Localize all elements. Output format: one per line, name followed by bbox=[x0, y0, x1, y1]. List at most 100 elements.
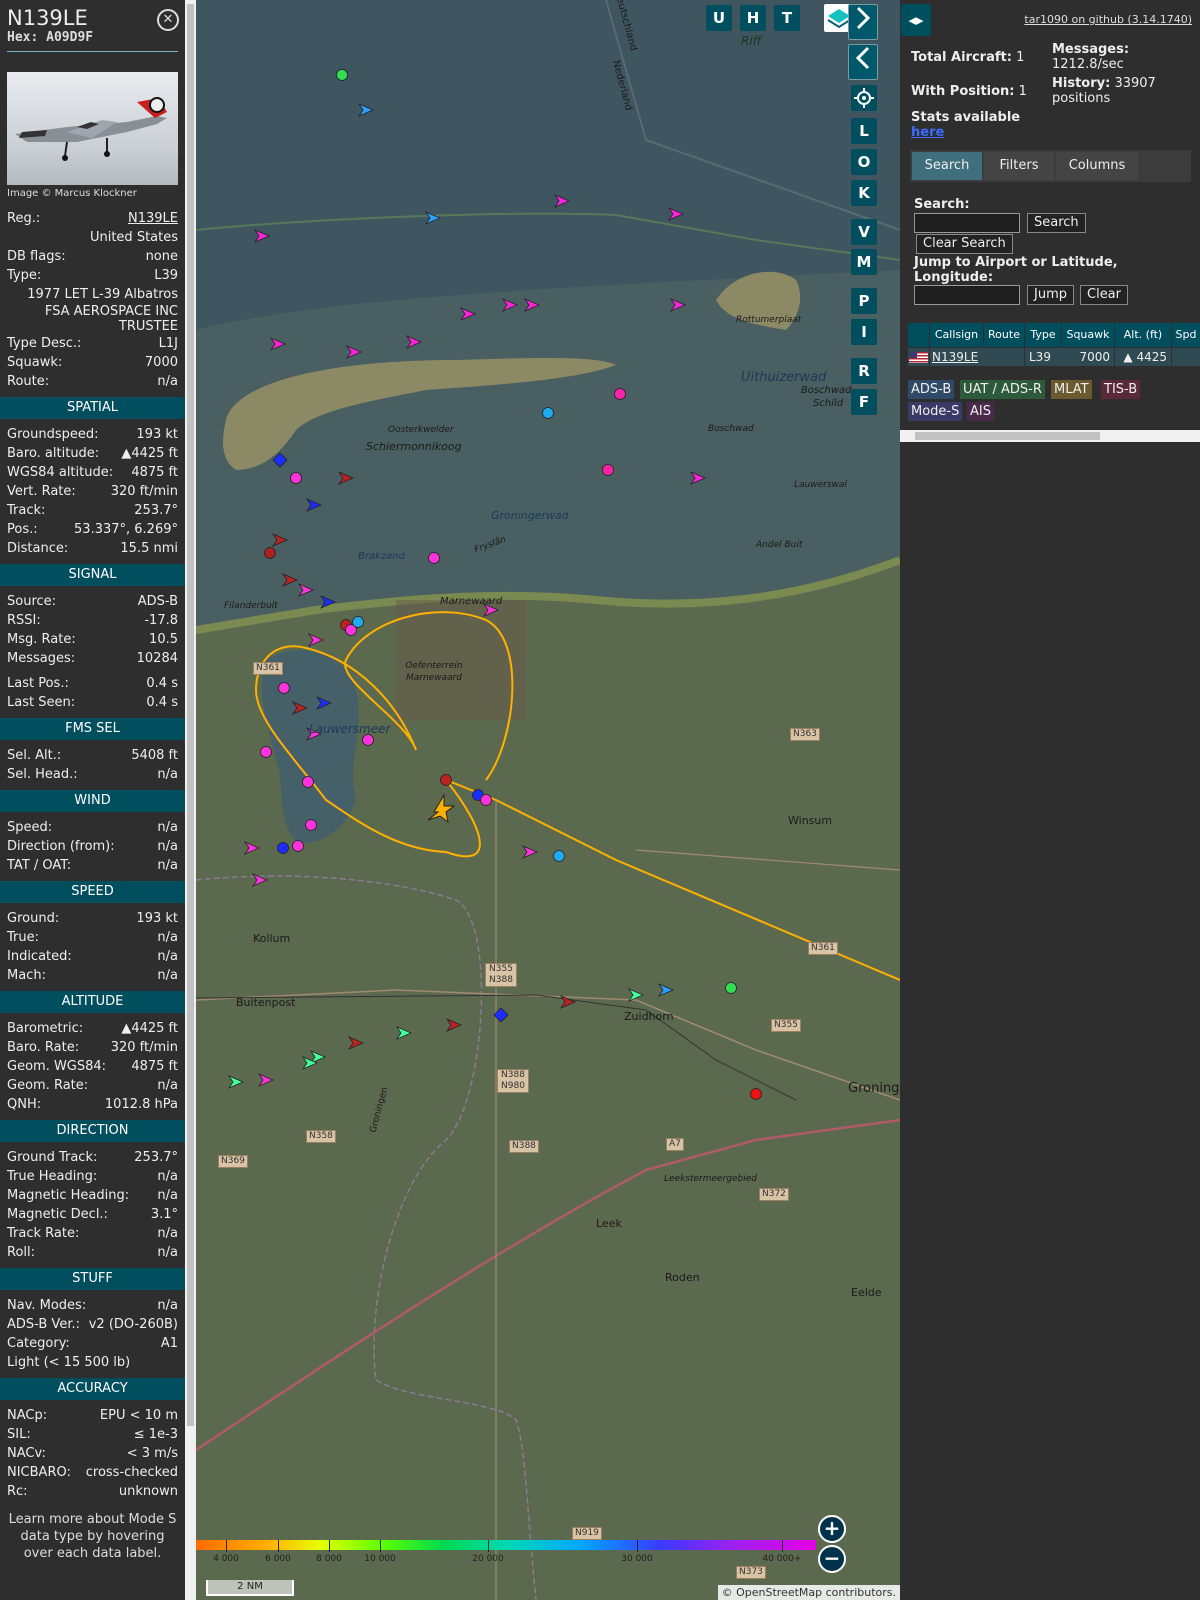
info-label[interactable]: Nav. Modes: bbox=[7, 1296, 86, 1315]
map-view[interactable]: Schiermonnikoog Oosterkwelder Rottumerpl… bbox=[196, 0, 900, 1600]
info-label[interactable]: Vert. Rate: bbox=[7, 482, 76, 501]
info-label[interactable]: NICBARO: bbox=[7, 1463, 71, 1482]
info-label[interactable]: WGS84 altitude: bbox=[7, 463, 113, 482]
col-header-callsign[interactable]: Callsign bbox=[930, 323, 984, 347]
aircraft-marker[interactable] bbox=[302, 776, 314, 788]
info-label[interactable]: Light (< 15 500 lb) bbox=[7, 1353, 130, 1372]
col-header-route[interactable]: Route bbox=[984, 323, 1025, 347]
toggle-o-button[interactable]: O bbox=[851, 149, 877, 175]
table-row-squawk[interactable]: 7000 bbox=[1062, 348, 1115, 366]
toggle-r-button[interactable]: R bbox=[851, 358, 877, 384]
info-label[interactable]: Track: bbox=[7, 501, 45, 520]
info-label[interactable]: Ground: bbox=[7, 909, 59, 928]
clear-jump-button[interactable]: Clear bbox=[1080, 285, 1128, 305]
aircraft-marker[interactable] bbox=[440, 774, 452, 786]
info-label[interactable]: Msg. Rate: bbox=[7, 630, 76, 649]
aircraft-marker[interactable] bbox=[362, 734, 374, 746]
toggle-panel-arrows-icon[interactable]: ◂▸ bbox=[901, 4, 931, 36]
info-label[interactable]: QNH: bbox=[7, 1095, 41, 1114]
aircraft-marker[interactable] bbox=[553, 850, 565, 862]
info-label[interactable]: Groundspeed: bbox=[7, 425, 98, 444]
toggle-p-button[interactable]: P bbox=[851, 288, 877, 314]
table-row-callsign[interactable]: N139LE bbox=[930, 348, 986, 366]
info-label[interactable]: Squawk: bbox=[7, 353, 62, 372]
info-label[interactable]: Pos.: bbox=[7, 520, 38, 539]
map-attribution[interactable]: © OpenStreetMap contributors. bbox=[717, 1585, 900, 1600]
zoom-out-button[interactable]: − bbox=[818, 1545, 846, 1573]
source-badge[interactable]: TIS-B bbox=[1101, 380, 1141, 399]
info-label[interactable]: Indicated: bbox=[7, 947, 72, 966]
aircraft-marker[interactable] bbox=[260, 746, 272, 758]
aircraft-marker[interactable] bbox=[336, 69, 348, 81]
aircraft-marker[interactable] bbox=[290, 472, 302, 484]
info-label[interactable]: ADS-B Ver.: bbox=[7, 1315, 80, 1334]
source-badge[interactable]: AIS bbox=[967, 402, 994, 421]
aircraft-marker[interactable] bbox=[277, 842, 289, 854]
tab-search[interactable]: Search bbox=[912, 152, 982, 180]
toggle-u-button[interactable]: U bbox=[706, 5, 732, 31]
table-row-type[interactable]: L39 bbox=[1025, 348, 1066, 366]
info-label[interactable]: Roll: bbox=[7, 1243, 35, 1262]
info-label[interactable]: Last Seen: bbox=[7, 693, 75, 712]
info-label[interactable]: DB flags: bbox=[7, 247, 66, 266]
table-row-altitude[interactable]: ▲ 4425 bbox=[1115, 348, 1172, 366]
info-label[interactable]: NACp: bbox=[7, 1406, 47, 1425]
info-label[interactable]: Type Desc.: bbox=[7, 334, 81, 353]
zoom-in-button[interactable]: + bbox=[818, 1515, 846, 1543]
info-label[interactable]: Speed: bbox=[7, 818, 52, 837]
table-row-route[interactable] bbox=[984, 348, 1025, 366]
info-label[interactable]: Messages: bbox=[7, 649, 75, 668]
info-label[interactable]: Barometric: bbox=[7, 1019, 83, 1038]
col-header-speed[interactable]: Spd bbox=[1172, 323, 1200, 347]
table-horizontal-scrollbar[interactable] bbox=[900, 430, 1200, 442]
info-label[interactable]: Direction (from): bbox=[7, 837, 115, 856]
info-label[interactable]: Baro. Rate: bbox=[7, 1038, 79, 1057]
toggle-l-button[interactable]: L bbox=[851, 118, 877, 144]
close-icon[interactable]: ✕ bbox=[157, 9, 179, 31]
aircraft-marker[interactable] bbox=[292, 840, 304, 852]
aircraft-marker[interactable] bbox=[264, 547, 276, 559]
source-badge[interactable]: MLAT bbox=[1051, 380, 1092, 399]
aircraft-marker[interactable] bbox=[750, 1088, 762, 1100]
aircraft-marker[interactable] bbox=[278, 682, 290, 694]
version-link[interactable]: tar1090 on github (3.14.1740) bbox=[1024, 13, 1192, 26]
info-label[interactable]: Rc: bbox=[7, 1482, 28, 1501]
info-label[interactable]: RSSI: bbox=[7, 611, 41, 630]
toggle-k-button[interactable]: K bbox=[851, 180, 877, 206]
info-label[interactable]: Geom. WGS84: bbox=[7, 1057, 106, 1076]
info-label[interactable]: Track Rate: bbox=[7, 1224, 79, 1243]
hscroll-thumb[interactable] bbox=[915, 432, 1100, 440]
col-header-type[interactable]: Type bbox=[1025, 323, 1062, 347]
col-header-squawk[interactable]: Squawk bbox=[1062, 323, 1115, 347]
info-label[interactable]: True Heading: bbox=[7, 1167, 97, 1186]
search-input[interactable] bbox=[914, 213, 1020, 233]
toggle-f-button[interactable]: F bbox=[851, 389, 877, 415]
info-label[interactable]: Ground Track: bbox=[7, 1148, 97, 1167]
stats-link[interactable]: here bbox=[911, 125, 944, 140]
toggle-h-button[interactable]: H bbox=[740, 5, 766, 31]
info-label[interactable]: NACv: bbox=[7, 1444, 46, 1463]
toggle-i-button[interactable]: I bbox=[851, 319, 877, 345]
toggle-m-button[interactable]: M bbox=[851, 249, 877, 275]
info-label[interactable]: Source: bbox=[7, 592, 56, 611]
jump-button[interactable]: Jump bbox=[1027, 285, 1074, 305]
tab-columns[interactable]: Columns bbox=[1056, 152, 1138, 180]
clear-search-button[interactable]: Clear Search bbox=[916, 234, 1013, 254]
col-header-altitude[interactable]: Alt. (ft) bbox=[1115, 323, 1172, 347]
info-label[interactable]: Sel. Head.: bbox=[7, 765, 78, 784]
source-badge[interactable]: Mode-S bbox=[908, 402, 963, 421]
aircraft-marker[interactable] bbox=[352, 616, 364, 628]
info-label[interactable]: Category: bbox=[7, 1334, 70, 1353]
expand-right-icon[interactable] bbox=[848, 4, 878, 40]
aircraft-marker[interactable] bbox=[542, 407, 554, 419]
settings-gear-icon[interactable] bbox=[851, 85, 877, 111]
toggle-v-button[interactable]: V bbox=[851, 219, 877, 245]
tab-filters[interactable]: Filters bbox=[984, 152, 1054, 180]
source-badge[interactable]: ADS-B bbox=[908, 380, 955, 399]
aircraft-marker[interactable] bbox=[725, 982, 737, 994]
aircraft-marker[interactable] bbox=[602, 464, 614, 476]
info-value[interactable]: N139LE bbox=[128, 209, 178, 228]
jump-input[interactable] bbox=[914, 285, 1020, 305]
info-label[interactable]: Magnetic Decl.: bbox=[7, 1205, 108, 1224]
info-label[interactable]: SIL: bbox=[7, 1425, 31, 1444]
